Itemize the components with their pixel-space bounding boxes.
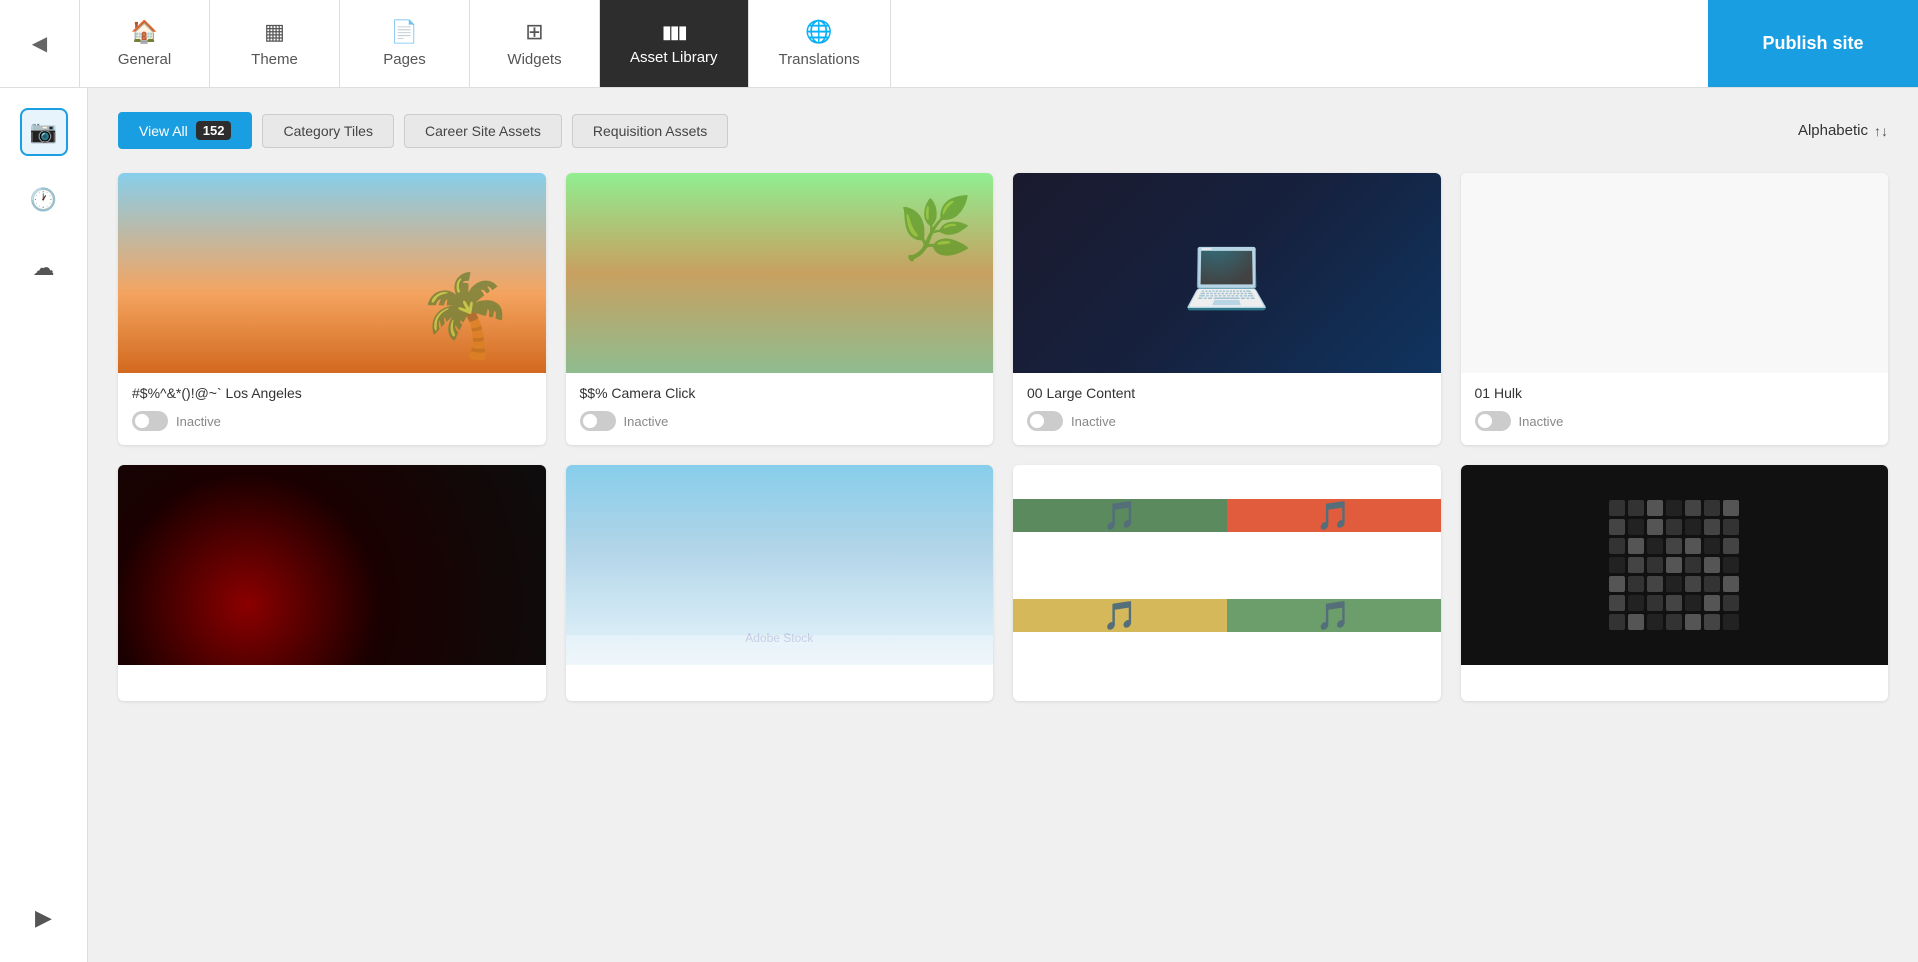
asset-image — [118, 173, 546, 373]
nav-item-asset-library[interactable]: ▮▮▮ Asset Library — [600, 0, 749, 87]
publish-site-label: Publish site — [1762, 33, 1863, 54]
nav-item-theme[interactable]: ▦ Theme — [210, 0, 340, 87]
sidebar-arrow-button[interactable]: ▶ — [20, 894, 68, 942]
arrow-right-icon: ▶ — [35, 905, 52, 931]
asset-grid: #$%^&*()!@~` Los Angeles Inactive $$% Ca… — [118, 173, 1888, 701]
left-sidebar: 📷 🕐 ☁ ▶ — [0, 88, 88, 962]
asset-status-label: Inactive — [1519, 414, 1564, 429]
asset-status-label: Inactive — [624, 414, 669, 429]
translations-icon: 🌐 — [805, 19, 832, 45]
top-nav: ◀ 🏠 General ▦ Theme 📄 Pages ⊞ Widgets ▮▮… — [0, 0, 1918, 88]
asset-card: 01 Hulk Inactive — [1461, 173, 1889, 445]
asset-image — [1013, 173, 1441, 373]
asset-title: 01 Hulk — [1475, 385, 1875, 401]
nav-item-widgets[interactable]: ⊞ Widgets — [470, 0, 600, 87]
nav-item-widgets-label: Widgets — [507, 51, 561, 68]
back-icon: ◀ — [32, 31, 47, 56]
nav-item-general-label: General — [118, 51, 171, 68]
asset-toggle[interactable] — [580, 411, 616, 431]
pages-icon: 📄 — [391, 19, 418, 45]
nav-item-theme-label: Theme — [251, 51, 298, 68]
clock-icon: 🕐 — [30, 187, 57, 213]
general-icon: 🏠 — [131, 19, 158, 45]
asset-title: $$% Camera Click — [580, 385, 980, 401]
asset-image — [1461, 465, 1889, 665]
asset-image — [1461, 173, 1889, 373]
filter-view-all-button[interactable]: View All 152 — [118, 112, 252, 149]
asset-image: Adobe Stock — [566, 465, 994, 665]
sort-control[interactable]: Alphabetic ↑↓ — [1798, 122, 1888, 139]
widgets-icon: ⊞ — [525, 19, 543, 45]
content-area: View All 152 Category Tiles Career Site … — [88, 88, 1918, 962]
asset-title: #$%^&*()!@~` Los Angeles — [132, 385, 532, 401]
nav-item-translations-label: Translations — [779, 51, 860, 68]
filter-career-site-assets-button[interactable]: Career Site Assets — [404, 114, 562, 148]
filter-view-all-label: View All — [139, 123, 188, 139]
asset-toggle[interactable] — [132, 411, 168, 431]
upload-cloud-icon: ☁ — [33, 255, 55, 281]
filter-requisition-assets-label: Requisition Assets — [593, 123, 707, 139]
filter-count-badge: 152 — [196, 121, 232, 140]
asset-image: 🎵 🎵 🎵 🎵 — [1013, 465, 1441, 665]
filter-bar: View All 152 Category Tiles Career Site … — [118, 112, 1888, 149]
filter-category-tiles-label: Category Tiles — [283, 123, 372, 139]
nav-item-translations[interactable]: 🌐 Translations — [749, 0, 891, 87]
sidebar-upload-button[interactable]: ☁ — [20, 244, 68, 292]
asset-card — [1461, 465, 1889, 701]
sort-label: Alphabetic — [1798, 122, 1868, 139]
theme-icon: ▦ — [264, 19, 285, 45]
filter-requisition-assets-button[interactable]: Requisition Assets — [572, 114, 728, 148]
asset-status-label: Inactive — [176, 414, 221, 429]
nav-item-general[interactable]: 🏠 General — [80, 0, 210, 87]
camera-icon: 📷 — [30, 119, 57, 145]
asset-image — [566, 173, 994, 373]
asset-title: 00 Large Content — [1027, 385, 1427, 401]
asset-card: 🎵 🎵 🎵 🎵 — [1013, 465, 1441, 701]
nav-back-button[interactable]: ◀ — [0, 0, 80, 87]
sort-arrows-icon: ↑↓ — [1874, 123, 1888, 139]
sidebar-clock-button[interactable]: 🕐 — [20, 176, 68, 224]
asset-library-icon: ▮▮▮ — [662, 22, 686, 43]
nav-item-pages-label: Pages — [383, 51, 426, 68]
sidebar-camera-button[interactable]: 📷 — [20, 108, 68, 156]
asset-card: Adobe Stock — [566, 465, 994, 701]
asset-card: #$%^&*()!@~` Los Angeles Inactive — [118, 173, 546, 445]
filter-career-site-assets-label: Career Site Assets — [425, 123, 541, 139]
asset-toggle[interactable] — [1475, 411, 1511, 431]
nav-item-pages[interactable]: 📄 Pages — [340, 0, 470, 87]
asset-toggle[interactable] — [1027, 411, 1063, 431]
asset-status-label: Inactive — [1071, 414, 1116, 429]
nav-item-asset-library-label: Asset Library — [630, 49, 718, 66]
filter-category-tiles-button[interactable]: Category Tiles — [262, 114, 393, 148]
asset-image — [118, 465, 546, 665]
publish-site-button[interactable]: Publish site — [1708, 0, 1918, 87]
asset-card: $$% Camera Click Inactive — [566, 173, 994, 445]
asset-card: 00 Large Content Inactive — [1013, 173, 1441, 445]
asset-card — [118, 465, 546, 701]
